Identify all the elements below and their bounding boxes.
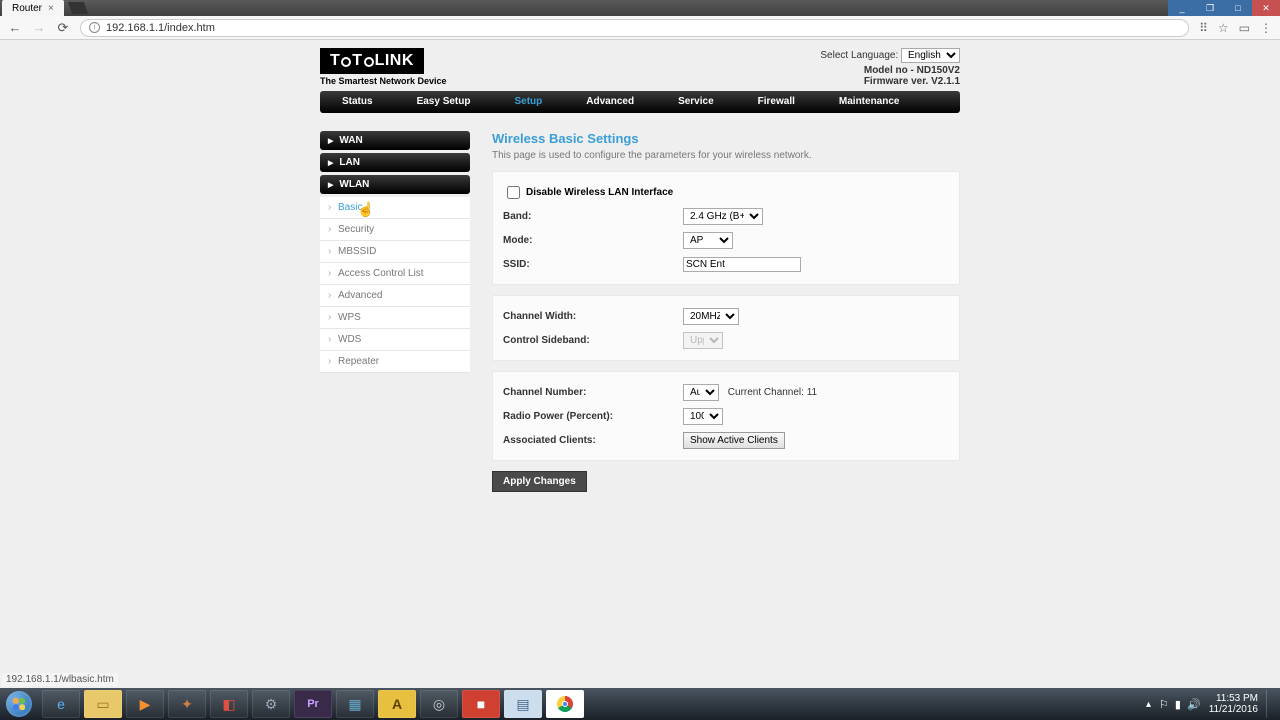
control-sideband-select: Upper [683, 332, 723, 349]
address-bar[interactable]: i 192.168.1.1/index.htm [80, 19, 1189, 37]
nav-item-maintenance[interactable]: Maintenance [817, 91, 922, 113]
taskbar: e ▭ ▶ ✦ ◧ ⚙ Pr ▦ A ◎ ■ ▤ ▴ ⚐ ▮ 🔊 11:53 P… [0, 688, 1280, 720]
nav-item-service[interactable]: Service [656, 91, 736, 113]
status-bar-url: 192.168.1.1/wlbasic.htm [2, 673, 118, 686]
extension-icon[interactable]: ▭ [1239, 21, 1250, 35]
start-button[interactable] [0, 688, 38, 720]
taskbar-notepad-icon[interactable]: ▤ [504, 690, 542, 718]
channel-width-label: Channel Width: [503, 311, 683, 322]
taskbar-ie-icon[interactable]: e [42, 690, 80, 718]
sidebar-section-lan[interactable]: LAN [320, 153, 470, 172]
apply-changes-button[interactable]: Apply Changes [492, 471, 587, 492]
control-sideband-label: Control Sideband: [503, 335, 683, 346]
taskbar-media-icon[interactable]: ▶ [126, 690, 164, 718]
ssid-input[interactable] [683, 257, 801, 272]
slogan: The Smartest Network Device [320, 76, 447, 86]
channel-number-label: Channel Number: [503, 387, 683, 398]
cursor-icon: ☝ [357, 201, 374, 218]
sidebar-section-wan[interactable]: WAN [320, 131, 470, 150]
sidebar-item-advanced[interactable]: Advanced [320, 285, 470, 307]
taskbar-app-icon[interactable]: ▦ [336, 690, 374, 718]
show-active-clients-button[interactable]: Show Active Clients [683, 432, 785, 449]
taskbar-chrome-icon[interactable] [546, 690, 584, 718]
mode-label: Mode: [503, 235, 683, 246]
info-icon: i [89, 22, 100, 33]
bookmark-icon[interactable]: ☆ [1218, 21, 1229, 35]
taskbar-premiere-icon[interactable]: Pr [294, 690, 332, 718]
taskbar-app-icon[interactable]: ◧ [210, 690, 248, 718]
current-channel-label: Current Channel: 11 [728, 387, 817, 398]
sidebar-section-wlan[interactable]: WLAN [320, 175, 470, 194]
taskbar-app-icon[interactable]: ◎ [420, 690, 458, 718]
sidebar-item-basic[interactable]: Basic☝ [320, 197, 470, 219]
nav-item-advanced[interactable]: Advanced [564, 91, 656, 113]
model-label: Model no - ND150V2 [820, 65, 960, 76]
menu-icon[interactable]: ⋮ [1260, 21, 1272, 35]
window-close-button[interactable]: ✕ [1252, 0, 1280, 16]
radio-power-label: Radio Power (Percent): [503, 411, 683, 422]
system-clock[interactable]: 11:53 PM 11/21/2016 [1209, 693, 1258, 715]
browser-tab[interactable]: Router × [2, 0, 64, 16]
lang-label: Select Language: [820, 50, 898, 61]
sidebar-item-security[interactable]: Security [320, 219, 470, 241]
taskbar-app-icon[interactable]: A [378, 690, 416, 718]
disable-wlan-label: Disable Wireless LAN Interface [526, 187, 673, 198]
main-nav: StatusEasy SetupSetupAdvancedServiceFire… [320, 91, 960, 113]
channel-number-select[interactable]: Auto [683, 384, 719, 401]
maximize-button[interactable]: □ [1224, 0, 1252, 16]
band-label: Band: [503, 211, 683, 222]
url-text: 192.168.1.1/index.htm [106, 22, 215, 34]
taskbar-app-icon[interactable]: ⚙ [252, 690, 290, 718]
band-select[interactable]: 2.4 GHz (B+G+N) [683, 208, 763, 225]
mode-select[interactable]: AP [683, 232, 733, 249]
close-tab-icon[interactable]: × [48, 3, 54, 14]
back-button[interactable]: ← [8, 21, 22, 35]
nav-item-firewall[interactable]: Firewall [736, 91, 817, 113]
radio-power-select[interactable]: 100% [683, 408, 723, 425]
language-select[interactable]: English [901, 48, 960, 63]
tray-network-icon[interactable]: ▮ [1175, 698, 1181, 711]
nav-item-easy-setup[interactable]: Easy Setup [395, 91, 493, 113]
minimize-button[interactable]: _ [1168, 0, 1196, 16]
page-desc: This page is used to configure the param… [492, 150, 960, 161]
taskbar-explorer-icon[interactable]: ▭ [84, 690, 122, 718]
sidebar-item-wds[interactable]: WDS [320, 329, 470, 351]
logo: TT LINK The Smartest Network Device [320, 48, 447, 86]
sidebar-item-wps[interactable]: WPS [320, 307, 470, 329]
taskbar-app-icon[interactable]: ✦ [168, 690, 206, 718]
tray-flag-icon[interactable]: ⚐ [1159, 698, 1169, 711]
translate-icon[interactable]: ⠿ [1199, 21, 1208, 35]
nav-item-status[interactable]: Status [320, 91, 395, 113]
reload-button[interactable]: ⟳ [56, 21, 70, 35]
nav-item-setup[interactable]: Setup [492, 91, 564, 113]
tray-volume-icon[interactable]: 🔊 [1187, 698, 1201, 711]
sidebar-item-access-control-list[interactable]: Access Control List [320, 263, 470, 285]
firmware-label: Firmware ver. V2.1.1 [820, 76, 960, 87]
sidebar: WAN LAN WLAN Basic☝SecurityMBSSIDAccess Con… [320, 131, 470, 492]
sidebar-item-mbssid[interactable]: MBSSID [320, 241, 470, 263]
sidebar-item-repeater[interactable]: Repeater [320, 351, 470, 373]
channel-width-select[interactable]: 20MHZ [683, 308, 739, 325]
show-desktop-button[interactable] [1266, 690, 1274, 718]
associated-clients-label: Associated Clients: [503, 435, 683, 446]
taskbar-app-icon[interactable]: ■ [462, 690, 500, 718]
new-tab-button[interactable] [68, 2, 88, 14]
tray-chevron-icon[interactable]: ▴ [1146, 699, 1151, 710]
restore-button[interactable]: ❐ [1196, 0, 1224, 16]
disable-wlan-checkbox[interactable] [507, 186, 520, 199]
page-title: Wireless Basic Settings [492, 131, 960, 146]
tab-label: Router [12, 3, 42, 14]
ssid-label: SSID: [503, 259, 683, 270]
forward-button[interactable]: → [32, 21, 46, 35]
